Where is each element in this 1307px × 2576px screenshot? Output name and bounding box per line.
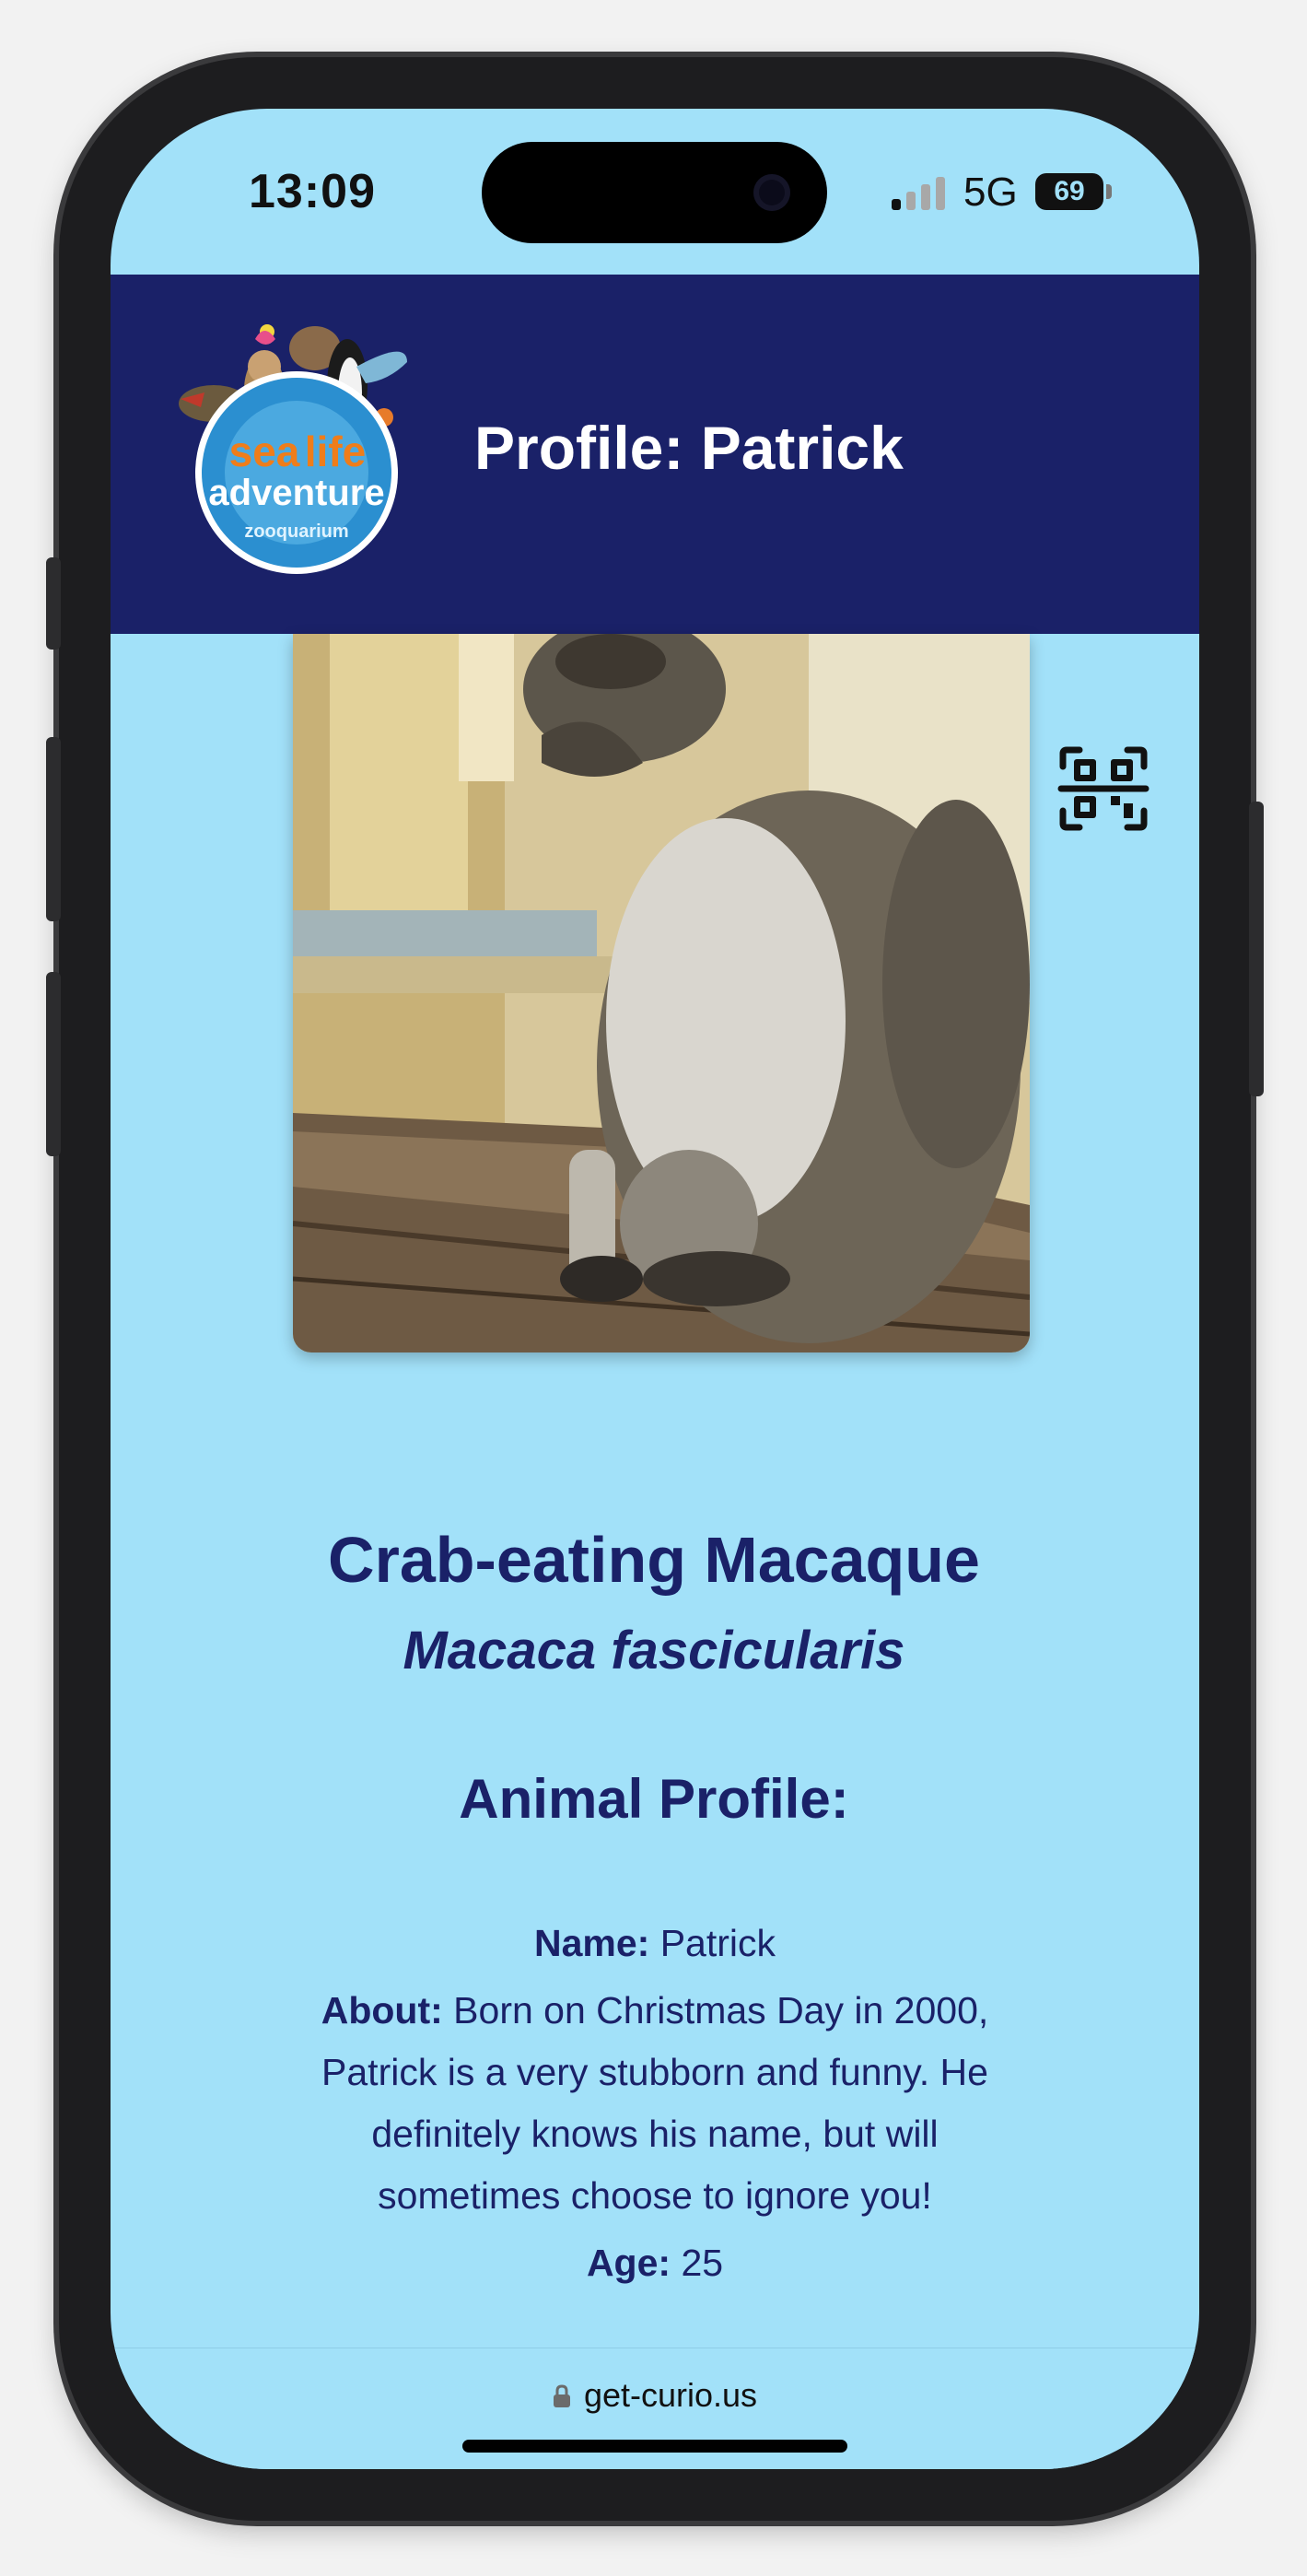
- action-button: [46, 557, 61, 650]
- logo-text-life: life: [305, 427, 366, 475]
- profile-name-row: Name: Patrick: [313, 1913, 997, 1974]
- profile-details: Name: Patrick About: Born on Christmas D…: [313, 1913, 997, 2294]
- home-indicator[interactable]: [462, 2440, 847, 2453]
- profile-heading: Animal Profile:: [459, 1768, 849, 1830]
- name-label: Name:: [533, 1922, 650, 1964]
- logo-text-zooquarium: zooquarium: [244, 521, 348, 542]
- common-name: Crab-eating Macaque: [328, 1524, 980, 1596]
- url-container[interactable]: get-curio.us: [111, 2376, 1199, 2415]
- url-text[interactable]: get-curio.us: [584, 2376, 757, 2414]
- qr-code-icon: [1057, 746, 1149, 831]
- volume-down-button: [46, 972, 61, 1156]
- age-value: 25: [671, 2242, 724, 2284]
- screen: 13:09 5G 69 sea life adventure zooquariu…: [111, 109, 1199, 2469]
- status-time: 13:09: [249, 165, 376, 218]
- profile-age-row: Age: 25: [313, 2232, 997, 2294]
- scientific-name: Macaca fascicularis: [403, 1621, 905, 1680]
- qr-code-button[interactable]: [1057, 744, 1149, 833]
- logo-text-sea: sea: [229, 427, 300, 475]
- power-button: [1249, 802, 1264, 1096]
- logo-text-adventure: adventure: [208, 473, 384, 513]
- sea-life-adventure-logo[interactable]: sea life adventure zooquarium: [177, 311, 416, 579]
- status-bar: 13:09 5G 69: [111, 109, 1199, 275]
- about-label: About:: [321, 1989, 443, 2032]
- profile-about-row: About: Born on Christmas Day in 2000, Pa…: [313, 1980, 997, 2227]
- battery-nub: [1106, 184, 1112, 199]
- page-title: Profile: Patrick: [474, 414, 904, 482]
- site-header: sea life adventure zooquarium Profile: P…: [111, 275, 1199, 634]
- age-label: Age:: [586, 2242, 671, 2284]
- signal-icon: [892, 175, 949, 210]
- lock-icon: [553, 2378, 571, 2407]
- battery-icon: 69: [1035, 173, 1103, 210]
- name-value: Patrick: [649, 1922, 776, 1964]
- dynamic-island: [482, 142, 827, 243]
- network-type: 5G: [963, 170, 1018, 215]
- volume-up-button: [46, 737, 61, 921]
- animal-photo: [293, 634, 1030, 1352]
